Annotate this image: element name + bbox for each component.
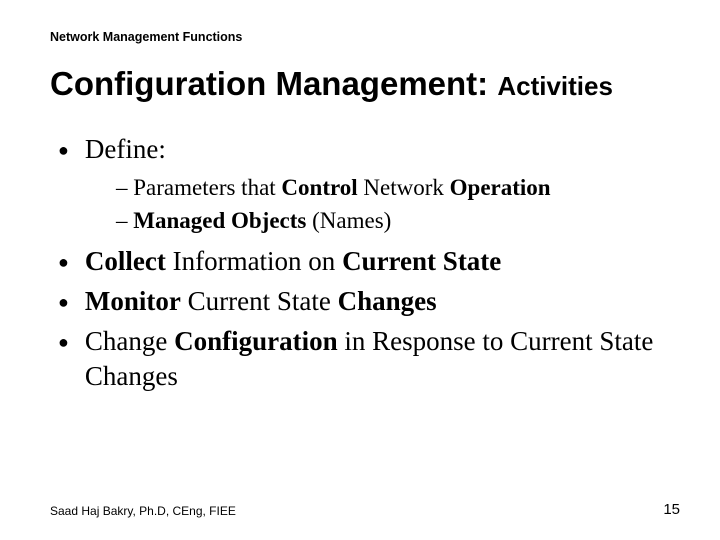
sb1-b1: Control — [281, 175, 357, 200]
bullet-icon: ● — [58, 132, 69, 168]
title-sub: Activities — [497, 71, 613, 101]
bullet-change: ● Change Configuration in Response to Cu… — [58, 324, 680, 394]
sb1-mid: Network — [358, 175, 450, 200]
slide-title: Configuration Management: Activities — [50, 64, 680, 104]
b3-t1: Current State — [181, 286, 338, 316]
subbullet-1: – Parameters that Control Network Operat… — [116, 172, 680, 203]
bullet-collect: ● Collect Information on Current State — [58, 244, 680, 280]
subbullet-2: – Managed Objects (Names) — [116, 205, 680, 236]
bullet-text: Collect Information on Current State — [85, 244, 680, 279]
slide-body: ● Define: – Parameters that Control Netw… — [50, 132, 680, 394]
bullet-icon: ● — [58, 244, 69, 280]
slide: Network Management Functions Configurati… — [0, 0, 720, 540]
b2-t1: Information on — [166, 246, 342, 276]
sb1-pre: – Parameters that — [116, 175, 281, 200]
bullet-monitor: ● Monitor Current State Changes — [58, 284, 680, 320]
b2-b1: Collect — [85, 246, 166, 276]
bullet-define: ● Define: — [58, 132, 680, 168]
bullet-icon: ● — [58, 284, 69, 320]
bullet-text: Change Configuration in Response to Curr… — [85, 324, 680, 394]
b3-b1: Monitor — [85, 286, 181, 316]
title-main: Configuration Management: — [50, 65, 497, 102]
sb1-b2: Operation — [450, 175, 551, 200]
slide-header: Network Management Functions — [50, 30, 680, 44]
b2-b2: Current State — [342, 246, 501, 276]
b3-b2: Changes — [338, 286, 437, 316]
bullet-text: Define: — [85, 132, 680, 167]
sb2-pre: – — [116, 208, 133, 233]
bullet-icon: ● — [58, 324, 69, 360]
footer-author: Saad Haj Bakry, Ph.D, CEng, FIEE — [50, 504, 236, 518]
page-number: 15 — [663, 501, 680, 518]
bullet-text: Monitor Current State Changes — [85, 284, 680, 319]
b4-t1: Change — [85, 326, 174, 356]
b4-b1: Configuration — [174, 326, 338, 356]
sb2-post: (Names) — [306, 208, 391, 233]
sb2-b: Managed Objects — [133, 208, 306, 233]
